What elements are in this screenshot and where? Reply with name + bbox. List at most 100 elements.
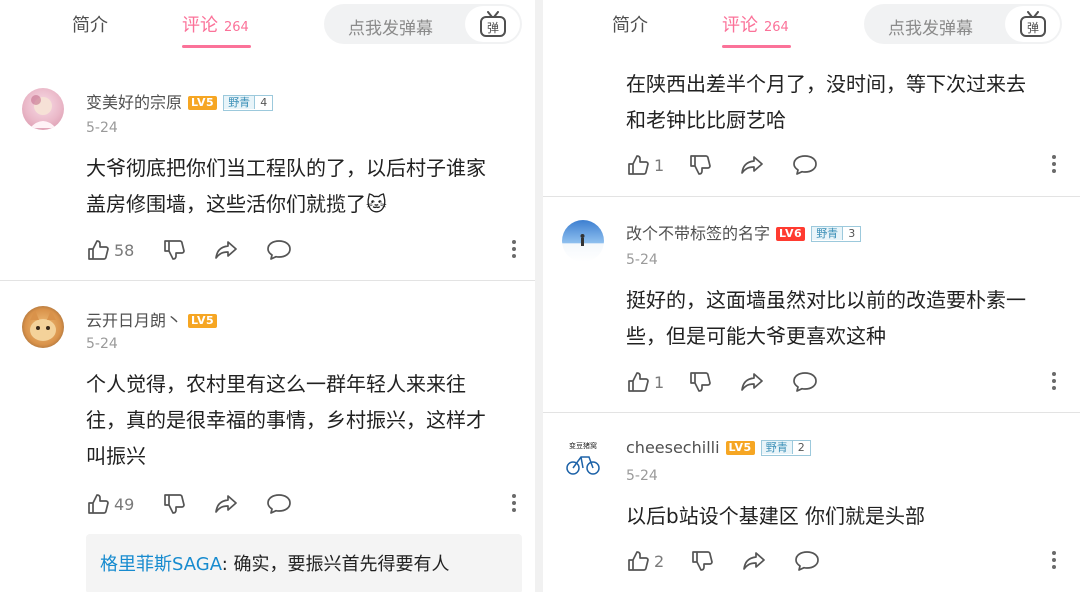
danmaku-toggle-button[interactable]: 弹 <box>465 6 520 42</box>
dislike-button[interactable] <box>688 153 712 177</box>
tab-comments-label: 评论 <box>182 15 218 36</box>
thumb-up-icon <box>628 551 649 571</box>
tab-intro[interactable]: 简介 <box>612 11 648 37</box>
fan-medal-badge[interactable]: 野青 4 <box>223 95 274 111</box>
avatar-image <box>30 95 56 128</box>
dislike-button[interactable] <box>162 238 186 262</box>
dislike-button[interactable] <box>690 549 714 573</box>
danmaku-toggle-button[interactable]: 弹 <box>1005 6 1060 42</box>
fan-medal-badge[interactable]: 野青 3 <box>811 226 862 242</box>
share-button[interactable] <box>740 153 764 177</box>
comment-date: 5-24 <box>626 468 658 484</box>
comment-username-row: 云开日月朗丶 LV5 <box>86 307 218 331</box>
tab-comments[interactable]: 评论 264 <box>722 11 789 37</box>
sub-reply-text: 格里菲斯SAGA: 确实，要振兴首先得要有人 <box>100 550 450 576</box>
reply-button[interactable] <box>792 153 818 177</box>
like-button[interactable]: 1 <box>626 370 664 394</box>
level-badge: LV6 <box>776 227 806 241</box>
thumb-up-icon <box>628 372 649 392</box>
comment-text-line: 个人觉得，农村里有这么一群年轻人来来往 <box>86 372 466 396</box>
comment-username-row: cheesechilli LV5 野青 2 <box>626 438 811 457</box>
comment-text: 在陕西出差半个月了，没时间，等下次过来去 和老钟比比厨艺哈 <box>626 66 1066 138</box>
tab-comments-label: 评论 <box>722 15 758 36</box>
left-screenshot-panel: 简介 评论 264 点我发弹幕 弹 变美好的宗原 LV5 野青 4 5-24 大… <box>0 0 540 592</box>
comment-icon <box>267 240 291 260</box>
thumb-down-icon <box>164 494 185 514</box>
comment-username-row: 改个不带标签的名字 LV6 野青 3 <box>626 220 862 244</box>
dislike-button[interactable] <box>688 370 712 394</box>
like-button[interactable]: 58 <box>86 238 134 262</box>
danmaku-placeholder: 点我发弹幕 <box>888 19 973 39</box>
avatar-image: 变豆猪窝 <box>566 441 600 475</box>
like-count: 49 <box>114 494 135 514</box>
cat-emoji: 🐱 <box>366 192 387 216</box>
fan-medal-badge[interactable]: 野青 2 <box>760 440 811 456</box>
tab-intro[interactable]: 简介 <box>72 11 108 37</box>
comments-count: 264 <box>224 20 249 35</box>
active-tab-indicator <box>182 45 251 48</box>
comment-username[interactable]: cheesechilli <box>626 438 720 457</box>
share-button[interactable] <box>742 549 766 573</box>
like-count: 2 <box>654 551 665 571</box>
reply-button[interactable] <box>794 549 820 573</box>
comment-username-row: 变美好的宗原 LV5 野青 4 <box>86 89 274 113</box>
level-badge: LV5 <box>188 314 218 328</box>
comment-username[interactable]: 改个不带标签的名字 <box>626 224 770 243</box>
reply-button[interactable] <box>266 492 292 516</box>
more-dots-icon[interactable] <box>1052 155 1056 176</box>
more-dots-icon[interactable] <box>1052 551 1056 572</box>
share-button[interactable] <box>214 238 238 262</box>
more-dots-icon[interactable] <box>512 494 516 515</box>
sub-reply-username[interactable]: 格里菲斯SAGA <box>100 554 222 575</box>
sub-reply-preview[interactable]: 格里菲斯SAGA: 确实，要振兴首先得要有人 <box>86 534 522 592</box>
comment-text-line-content: 盖房修围墙，这些活你们就揽了 <box>86 192 366 216</box>
active-tab-indicator <box>722 45 791 48</box>
thumb-down-icon <box>692 551 713 571</box>
dislike-button[interactable] <box>162 492 186 516</box>
like-button[interactable]: 49 <box>86 492 134 516</box>
comment-username[interactable]: 变美好的宗原 <box>86 93 182 112</box>
thumb-up-icon <box>628 155 649 175</box>
danmaku-button-glyph: 弹 <box>487 21 499 35</box>
fan-medal-name: 野青 <box>761 441 792 454</box>
comment-icon <box>793 155 817 175</box>
comment-username[interactable]: 云开日月朗丶 <box>86 311 182 330</box>
avatar[interactable] <box>562 220 604 262</box>
danmaku-tv-icon: 弹 <box>1020 11 1046 37</box>
share-icon <box>215 241 237 259</box>
right-screenshot-panel: 简介 评论 264 点我发弹幕 弹 在陕西出差半个月了，没时间，等下次过来去 和老… <box>540 0 1080 592</box>
like-button[interactable]: 1 <box>626 153 664 177</box>
comment-text-line: 在陕西出差半个月了，没时间，等下次过来去 <box>626 72 1026 96</box>
share-button[interactable] <box>740 370 764 394</box>
tab-comments[interactable]: 评论 264 <box>182 11 249 37</box>
reply-button[interactable] <box>266 238 292 262</box>
share-icon <box>743 552 765 570</box>
avatar-image <box>30 310 56 341</box>
danmaku-input[interactable]: 点我发弹幕 弹 <box>864 4 1062 44</box>
fan-medal-level: 3 <box>842 227 861 240</box>
avatar[interactable]: 变豆猪窝 <box>562 438 604 480</box>
comment-divider <box>540 196 1080 197</box>
comment-text-line: 以后b站设个基建区 你们就是头部 <box>626 504 926 528</box>
reply-button[interactable] <box>792 370 818 394</box>
like-button[interactable]: 2 <box>626 549 664 573</box>
thumb-up-icon <box>88 240 109 260</box>
fan-medal-level: 4 <box>254 96 273 109</box>
comment-icon <box>795 551 819 571</box>
like-count: 58 <box>114 240 135 260</box>
sub-reply-content: : 确实，要振兴首先得要有人 <box>221 554 450 575</box>
avatar[interactable] <box>22 88 64 130</box>
avatar[interactable] <box>22 306 64 348</box>
more-dots-icon[interactable] <box>512 240 516 261</box>
comment-actions: 58 <box>86 238 526 264</box>
comment-text-line: 些，但是可能大爷更喜欢这种 <box>626 324 886 348</box>
share-icon <box>741 373 763 391</box>
comment-text-line: 和老钟比比厨艺哈 <box>626 108 786 132</box>
danmaku-input[interactable]: 点我发弹幕 弹 <box>324 4 522 44</box>
comment-icon <box>267 494 291 514</box>
share-button[interactable] <box>214 492 238 516</box>
danmaku-tv-icon: 弹 <box>480 11 506 37</box>
fan-medal-name: 野青 <box>224 96 255 109</box>
more-dots-icon[interactable] <box>1052 372 1056 393</box>
comment-actions: 1 <box>626 370 1066 396</box>
